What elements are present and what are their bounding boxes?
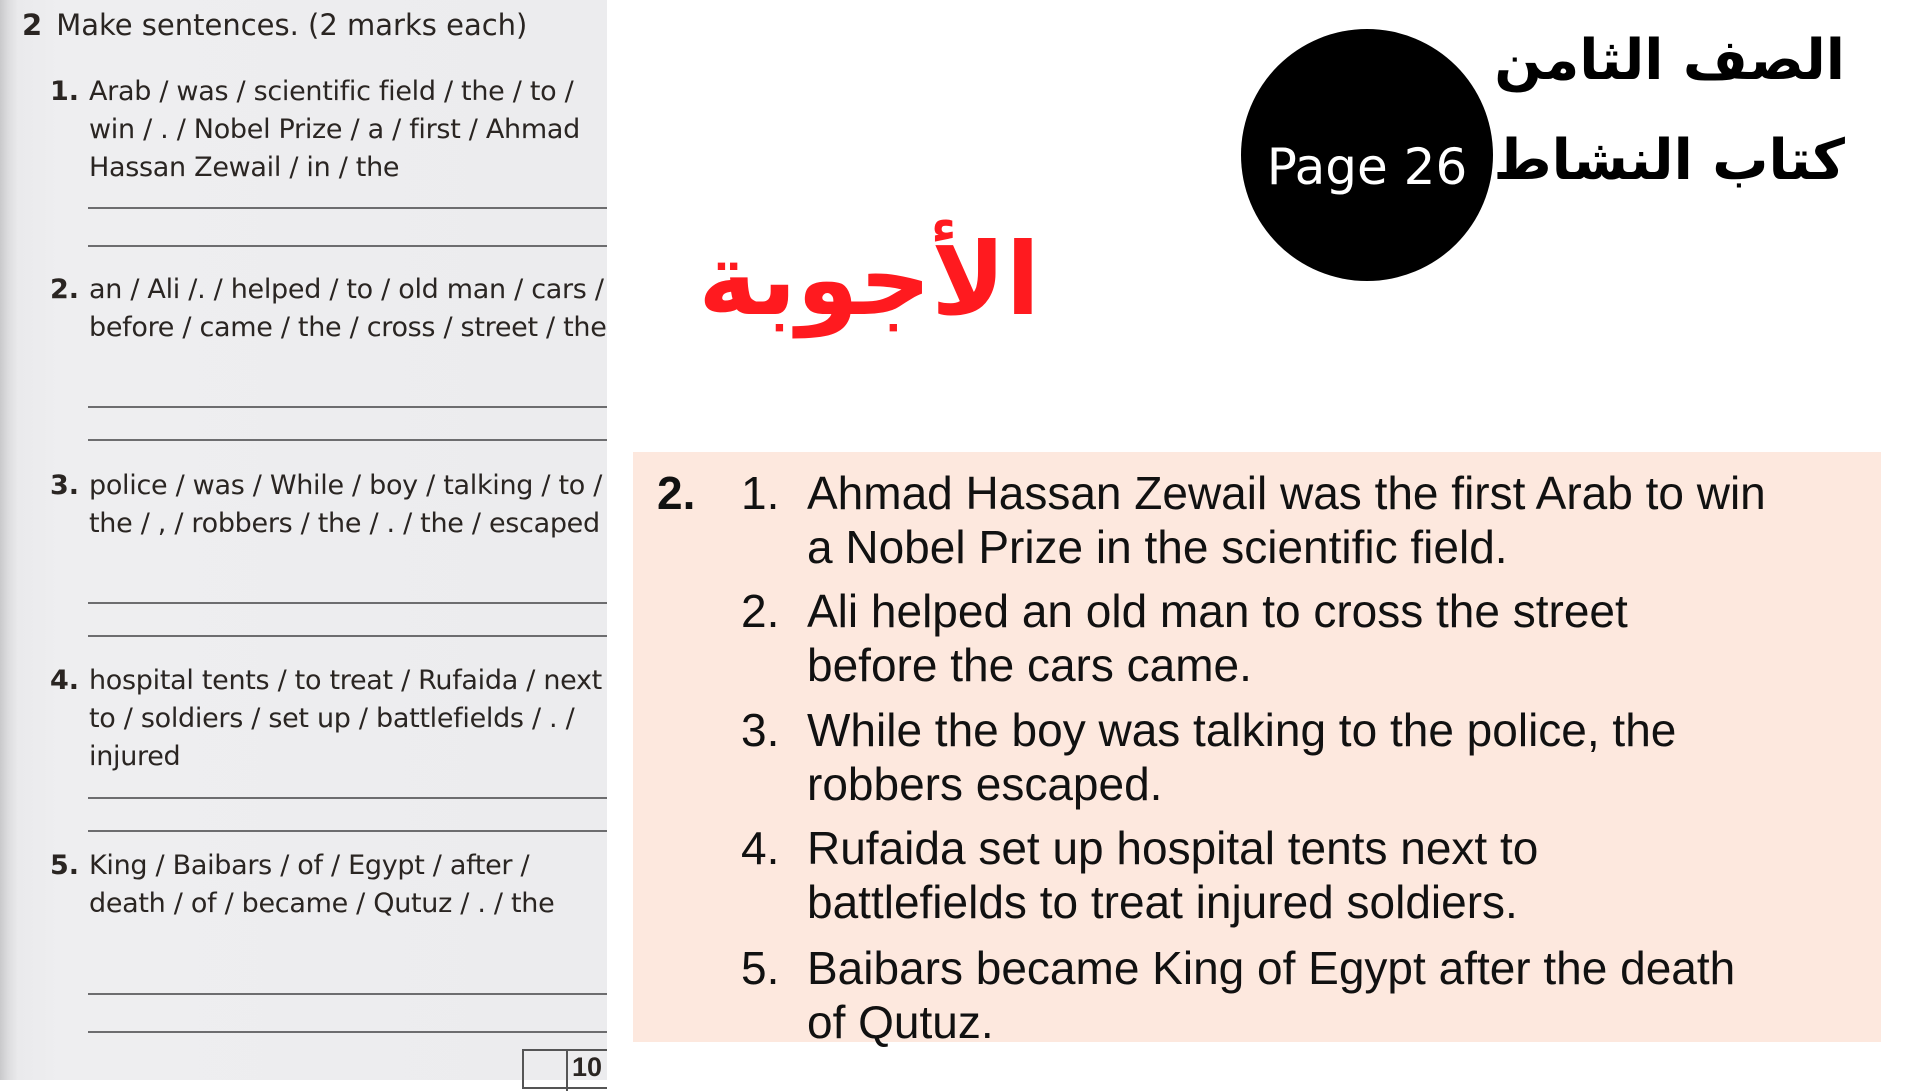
answer-number: 5.: [741, 942, 780, 994]
answer-line-1: While the boy was talking to the police,…: [807, 704, 1677, 756]
answer-line[interactable]: [88, 993, 607, 995]
answer-line[interactable]: [88, 1031, 607, 1033]
answer-line[interactable]: [88, 635, 607, 637]
item-prompt: King / Baibars / of / Egypt / after / de…: [89, 850, 555, 919]
answer-number: 3.: [741, 704, 780, 756]
item-number: 3.: [50, 470, 80, 501]
answer-text: Ahmad Hassan Zewail was the first Arab t…: [807, 466, 1877, 574]
exercise-number: 2: [22, 8, 43, 42]
page-label: Page 26: [1266, 138, 1468, 196]
answer-number: 2.: [741, 585, 780, 637]
answer-number: 4.: [741, 822, 780, 874]
answer-line-2: battlefields to treat injured soldiers.: [807, 876, 1518, 928]
worksheet-panel: 2 Make sentences. (2 marks each) 1. Arab …: [0, 0, 607, 1091]
answer-line-2: of Qutuz.: [807, 996, 994, 1048]
answer-text: Ali helped an old man to cross the stree…: [807, 584, 1877, 692]
answer-line-2: a Nobel Prize in the scientific field.: [807, 521, 1508, 573]
answer-text: Baibars became King of Egypt after the d…: [807, 941, 1877, 1049]
answer-line-2: before the cars came.: [807, 639, 1252, 691]
answer-line[interactable]: [88, 602, 607, 604]
answer-line-1: Rufaida set up hospital tents next to: [807, 822, 1539, 874]
question-number: 2.: [657, 467, 696, 519]
book-title: كتاب النشاط: [1493, 128, 1845, 193]
answer-line[interactable]: [88, 406, 607, 408]
answer-line[interactable]: [88, 245, 607, 247]
grade-title: الصف الثامن: [1494, 28, 1845, 93]
score-box: 10: [522, 1049, 607, 1091]
item-prompt: police / was / While / boy / talking / t…: [89, 470, 603, 539]
answer-line[interactable]: [88, 439, 607, 441]
item-number: 2.: [50, 274, 80, 305]
answer-text: Rufaida set up hospital tents next to ba…: [807, 821, 1877, 929]
answer-line-1: Baibars became King of Egypt after the d…: [807, 942, 1736, 994]
item-number: 1.: [50, 76, 80, 107]
item-number: 4.: [50, 665, 80, 696]
exercise-instruction: Make sentences. (2 marks each): [56, 8, 528, 42]
answer-number: 1.: [741, 467, 780, 519]
page-badge: Page 26: [1241, 29, 1493, 281]
answer-line[interactable]: [88, 830, 607, 832]
answer-text: While the boy was talking to the police,…: [807, 703, 1877, 811]
answer-line-2: robbers escaped.: [807, 758, 1163, 810]
item-prompt: Arab / was / scientific field / the / to…: [89, 76, 580, 183]
item-prompt: hospital tents / to treat / Rufaida / ne…: [89, 665, 602, 772]
answer-box: 2. 1. Ahmad Hassan Zewail was the first …: [633, 452, 1881, 1048]
score-divider: [566, 1051, 568, 1091]
answers-title: الأجوبة: [698, 221, 1040, 338]
exercise-heading: 2 Make sentences. (2 marks each): [22, 8, 527, 42]
item-prompt: an / Ali /. / helped / to / old man / ca…: [89, 274, 607, 343]
answer-line-1: Ali helped an old man to cross the stree…: [807, 585, 1628, 637]
answer-line-1: Ahmad Hassan Zewail was the first Arab t…: [807, 467, 1766, 519]
item-number: 5.: [50, 850, 80, 881]
answer-line[interactable]: [88, 797, 607, 799]
answer-line[interactable]: [88, 207, 607, 209]
score-total: 10: [572, 1052, 603, 1082]
